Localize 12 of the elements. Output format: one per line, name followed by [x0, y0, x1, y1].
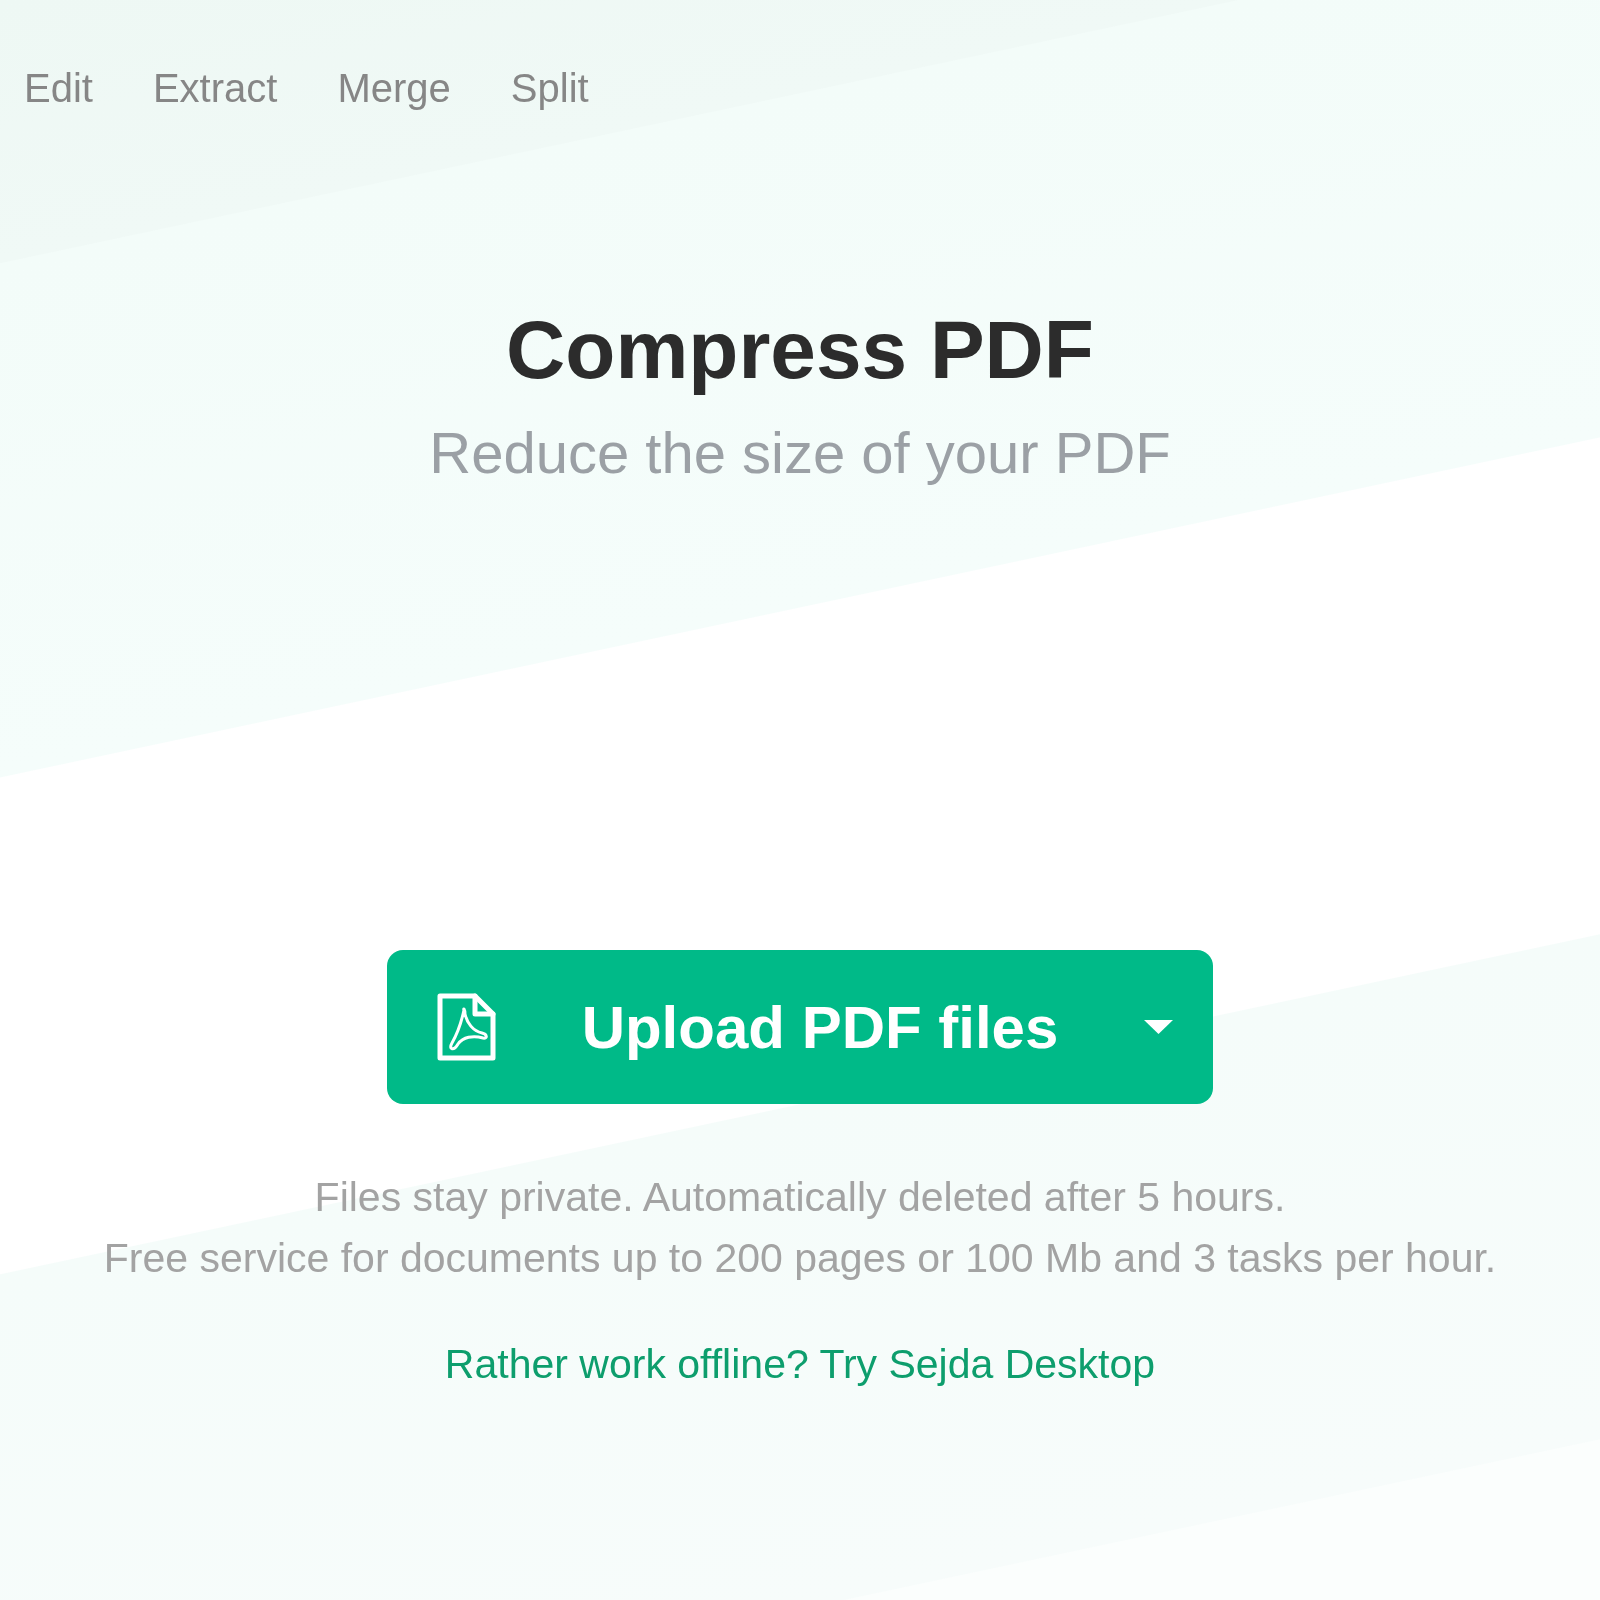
info-text: Free service for documents up to 200 pages or 100 Mb and 3 tasks per hour. [103, 1234, 1497, 1283]
desktop-link[interactable]: Rather work offline? Try Sejda Desktop [444, 1334, 1156, 1395]
pdf-file-icon [437, 993, 496, 1061]
page-subtitle: Reduce the size of your PDF [429, 419, 1171, 487]
nav-link[interactable]: Merge [337, 58, 451, 118]
caret-icon [1144, 1020, 1173, 1034]
nav-link[interactable]: Split [510, 58, 589, 118]
upload-button[interactable]: Upload PDF files [387, 950, 1213, 1104]
nav-link[interactable]: Extract [152, 58, 278, 118]
page-title: Compress PDF [506, 303, 1094, 397]
nav-link[interactable]: Edit [24, 58, 93, 118]
info-text: Files stay private. Automatically deleted after 5 hours. [314, 1173, 1286, 1222]
